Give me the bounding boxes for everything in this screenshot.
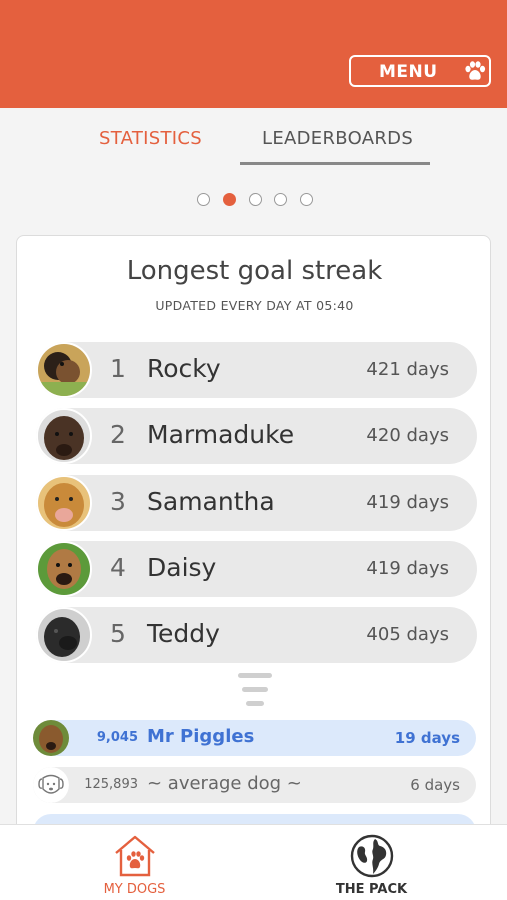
row-dog-name: Marmaduke [147, 420, 295, 449]
row-dog-name: Samantha [147, 487, 275, 516]
row-rank: 9,045 [96, 730, 138, 745]
row-days: 419 days [366, 558, 449, 579]
leaderboard-row[interactable]: 5 Teddy 405 days [36, 607, 477, 663]
page-dot[interactable] [197, 193, 210, 206]
leaderboard-subtitle: UPDATED EVERY DAY AT 05:40 [155, 298, 354, 313]
dog-house-icon [114, 835, 155, 877]
row-rank: 3 [110, 487, 126, 516]
dog-avatar [36, 342, 92, 398]
nav-the-pack[interactable]: THE PACK [245, 825, 498, 900]
paw-icon [465, 61, 486, 80]
row-dog-name: Teddy [147, 619, 220, 648]
row-rank: 1 [110, 354, 126, 383]
row-days: 6 days [410, 776, 460, 794]
tab-bar: STATISTICS LEADERBOARDS [0, 108, 507, 170]
row-rank: 125,893 [84, 777, 138, 792]
dog-avatar [36, 607, 92, 663]
dog-avatar [36, 541, 92, 597]
row-days: 419 days [366, 492, 449, 513]
page-dot-active[interactable] [223, 193, 236, 206]
row-rank: 5 [110, 619, 126, 648]
leaderboard-row[interactable]: 3 Samantha 419 days [36, 475, 477, 531]
globe-icon [350, 834, 393, 878]
row-days: 420 days [366, 425, 449, 446]
menu-button[interactable]: MENU [349, 55, 491, 87]
active-tab-indicator [240, 162, 430, 165]
tab-leaderboards[interactable]: LEADERBOARDS [262, 128, 413, 149]
leaderboard-row-current-dog[interactable]: 9,045 Mr Piggles 19 days [33, 720, 476, 756]
leaderboard-card: Longest goal streak UPDATED EVERY DAY AT… [16, 235, 491, 875]
leaderboard-row[interactable]: 4 Daisy 419 days [36, 541, 477, 597]
row-dog-name: Rocky [147, 354, 221, 383]
row-dog-name: Mr Piggles [147, 726, 255, 747]
app-header: MENU [0, 0, 507, 108]
leaderboard-row[interactable]: 2 Marmaduke 420 days [36, 408, 477, 464]
row-dog-name: ~ average dog ~ [147, 773, 302, 794]
page-dot[interactable] [249, 193, 262, 206]
menu-label: MENU [379, 62, 438, 82]
row-days: 19 days [394, 729, 460, 747]
dog-avatar [36, 475, 92, 531]
ellipsis-gap-icon [238, 673, 272, 706]
leaderboard-row-average: 125,893 ~ average dog ~ 6 days [33, 767, 476, 803]
tab-statistics[interactable]: STATISTICS [99, 128, 202, 149]
row-rank: 2 [110, 420, 126, 449]
dog-avatar [36, 408, 92, 464]
nav-label: THE PACK [335, 882, 408, 897]
row-days: 405 days [366, 624, 449, 645]
bottom-navigation: MY DOGS THE PACK [0, 824, 507, 900]
page-dot[interactable] [274, 193, 287, 206]
row-rank: 4 [110, 553, 126, 582]
leaderboard-row[interactable]: 1 Rocky 421 days [36, 342, 477, 398]
row-days: 421 days [366, 359, 449, 380]
page-dot[interactable] [300, 193, 313, 206]
nav-my-dogs[interactable]: MY DOGS [8, 825, 261, 900]
nav-label: MY DOGS [103, 882, 166, 897]
row-dog-name: Daisy [147, 553, 217, 582]
leaderboard-title: Longest goal streak [126, 256, 383, 286]
